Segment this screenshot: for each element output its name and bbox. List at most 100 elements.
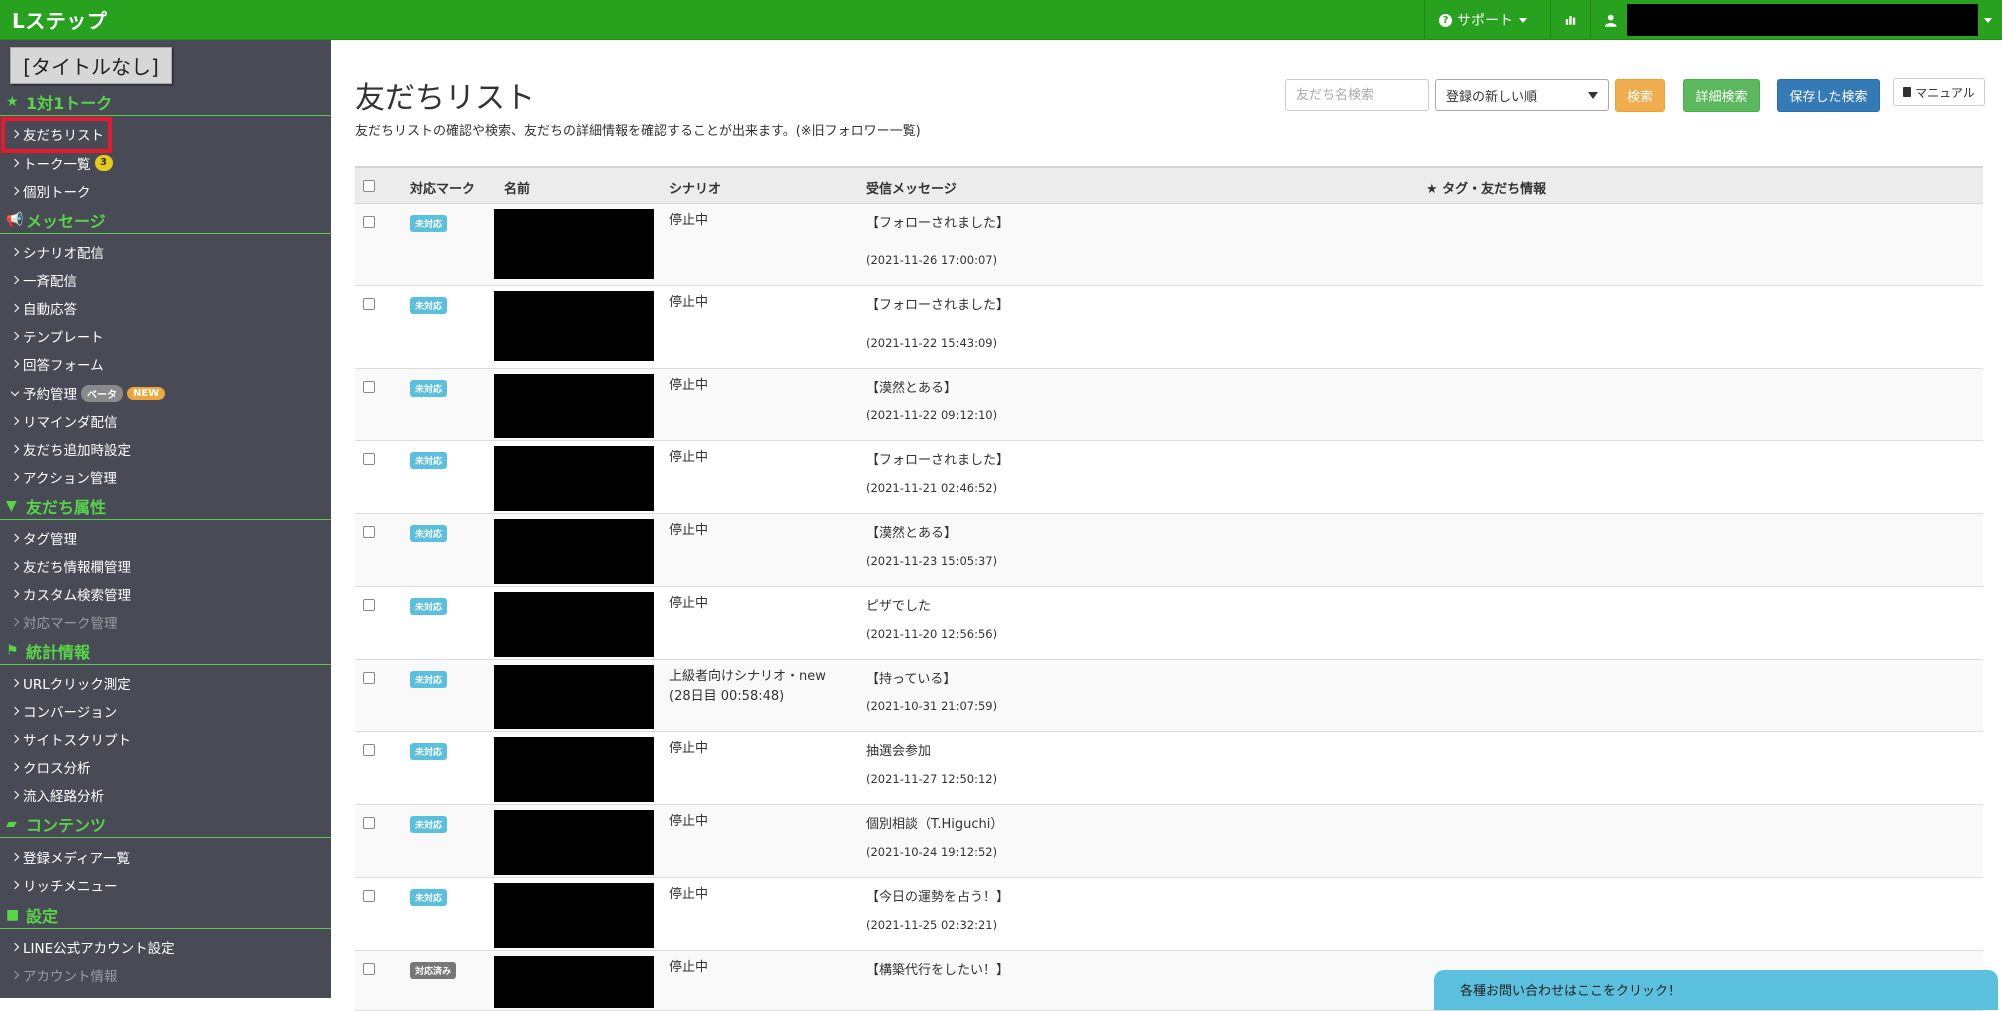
status-badge[interactable]: 未対応 [410,671,448,688]
sidebar-item-label: URLクリック測定 [23,677,131,693]
sidebar-item-friend-info[interactable]: 友だち情報欄管理 [0,552,331,580]
message-date: (2021-11-26 17:00:07) [866,253,998,267]
row-checkbox[interactable] [363,744,375,756]
sidebar-item-line-account[interactable]: LINE公式アカウント設定 [0,933,331,961]
top-bar: Lステップ ? サポート [0,0,2002,40]
redacted-name[interactable] [494,374,654,438]
status-badge[interactable]: 未対応 [410,525,448,542]
contact-tab[interactable]: 各種お問い合わせはここをクリック！ [1434,970,1998,1010]
sidebar-item-conversion[interactable]: コンバージョン [0,697,331,725]
stats-button[interactable] [1550,0,1590,40]
advanced-search-button[interactable]: 詳細検索 [1683,79,1760,112]
app-logo[interactable]: Lステップ [12,5,107,34]
row-checkbox[interactable] [363,817,375,829]
sidebar-item-broadcast[interactable]: 一斉配信 [0,266,331,294]
status-badge[interactable]: 未対応 [410,215,448,232]
redacted-name[interactable] [494,737,654,802]
sidebar-item-friend-add[interactable]: 友だち追加時設定 [0,435,331,463]
table-row[interactable]: 未対応 上級者向けシナリオ・new (28日目 00:58:48) 【持っている】 (2… [355,660,1983,732]
chevron-right-icon [10,533,20,543]
table-row[interactable]: 未対応 停止中 【フォローされました】 (2021-11-22 15:43:09) [355,286,1983,369]
sidebar-item-account-info[interactable]: アカウント情報 [0,961,331,989]
chevron-right-icon [10,186,20,196]
friend-name-search-input[interactable] [1285,79,1429,111]
user-menu[interactable] [1590,0,2002,40]
row-checkbox[interactable] [363,216,375,228]
sidebar-item-reservation[interactable]: 予約管理 ベータ NEW [0,379,331,407]
row-checkbox[interactable] [363,381,375,393]
message-date: (2021-11-20 12:56:56) [866,627,998,641]
redacted-name[interactable] [494,810,654,875]
status-badge[interactable]: 未対応 [410,297,448,314]
sidebar-item-reminder[interactable]: リマインダ配信 [0,407,331,435]
table-row[interactable]: 未対応 停止中 ピザでした (2021-11-20 12:56:56) [355,587,1983,660]
redacted-name[interactable] [494,209,654,279]
row-checkbox[interactable] [363,298,375,310]
table-row[interactable]: 未対応 停止中 【漠然とある】 (2021-11-22 09:12:10) [355,369,1983,441]
chevron-right-icon [10,970,20,980]
sidebar-item-inflow[interactable]: 流入経路分析 [0,781,331,809]
manual-label: マニュアル [1915,85,1975,100]
sidebar-item-cross[interactable]: クロス分析 [0,753,331,781]
table-row[interactable]: 未対応 停止中 【フォローされました】 (2021-11-21 02:46:52) [355,441,1983,514]
sidebar-item-template[interactable]: テンプレート [0,322,331,350]
sidebar-item-media[interactable]: 登録メディア一覧 [0,843,331,871]
row-checkbox[interactable] [363,453,375,465]
status-badge[interactable]: 未対応 [410,380,448,397]
table-row[interactable]: 未対応 停止中 【漠然とある】 (2021-11-23 15:05:37) [355,514,1983,587]
redacted-name[interactable] [494,665,654,729]
sidebar-item-custom-search[interactable]: カスタム検索管理 [0,580,331,608]
chevron-right-icon [10,852,20,862]
status-badge[interactable]: 未対応 [410,816,448,833]
sidebar-item-tag[interactable]: タグ管理 [0,524,331,552]
sidebar-item-url-click[interactable]: URLクリック測定 [0,669,331,697]
redacted-name[interactable] [494,519,654,584]
saved-search-button[interactable]: 保存した検索 [1777,79,1880,112]
row-checkbox[interactable] [363,672,375,684]
sidebar-item-form[interactable]: 回答フォーム [0,350,331,378]
row-checkbox[interactable] [363,526,375,538]
status-badge[interactable]: 未対応 [410,598,448,615]
highlight-box [1,117,112,153]
chevron-right-icon [10,790,20,800]
support-menu[interactable]: ? サポート [1424,0,1550,40]
status-badge[interactable]: 未対応 [410,452,448,469]
beta-badge: ベータ [81,384,123,402]
redacted-name[interactable] [494,291,654,361]
sidebar-item-label: シナリオ配信 [23,246,104,262]
status-badge[interactable]: 対応済み [410,962,457,979]
sidebar-item-site-script[interactable]: サイトスクリプト [0,725,331,753]
select-all-checkbox[interactable] [363,180,375,192]
sidebar-item-label: クロス分析 [23,761,91,777]
account-title-button[interactable]: [タイトルなし] [10,47,172,84]
redacted-name[interactable] [494,883,654,948]
table-row[interactable]: 未対応 停止中 個別相談（T.Higuchi） (2021-10-24 19:12:5… [355,805,1983,878]
header-scenario: シナリオ [669,182,722,197]
search-button[interactable]: 検索 [1615,79,1665,112]
sidebar-item-mark-mgmt[interactable]: 対応マーク管理 [0,608,331,636]
sidebar-item-action[interactable]: アクション管理 [0,463,331,491]
redacted-name[interactable] [494,446,654,511]
sidebar-item-label: コンバージョン [23,705,118,721]
support-label: サポート [1457,13,1513,29]
row-checkbox[interactable] [363,890,375,902]
sidebar-item-rich-menu[interactable]: リッチメニュー [0,871,331,899]
table-row[interactable]: 未対応 停止中 【今日の運勢を占う！】 (2021-11-25 02:32:21) [355,878,1983,951]
sidebar-item-individual-talk[interactable]: 個別トーク [0,177,331,205]
manual-button[interactable]: マニュアル [1893,78,1985,106]
table-row[interactable]: 未対応 停止中 【フォローされました】 (2021-11-26 17:00:07) [355,204,1983,286]
chevron-right-icon [10,275,20,285]
row-checkbox[interactable] [363,963,375,975]
sort-select[interactable]: 登録の新しい順 [1435,79,1609,111]
status-badge[interactable]: 未対応 [410,889,448,906]
status-badge[interactable]: 未対応 [410,743,448,760]
sidebar-item-auto-reply[interactable]: 自動応答 [0,294,331,322]
redacted-name[interactable] [494,592,654,657]
sidebar-item-label: トーク一覧 [23,157,91,173]
sidebar-item-scenario[interactable]: シナリオ配信 [0,238,331,266]
section-stats: ⚑ 統計情報 [0,638,331,665]
table-row[interactable]: 未対応 停止中 抽選会参加 (2021-11-27 12:50:12) [355,732,1983,805]
redacted-name[interactable] [494,956,654,1008]
row-checkbox[interactable] [363,599,375,611]
sidebar-item-talk-list[interactable]: トーク一覧 3 [0,149,331,177]
